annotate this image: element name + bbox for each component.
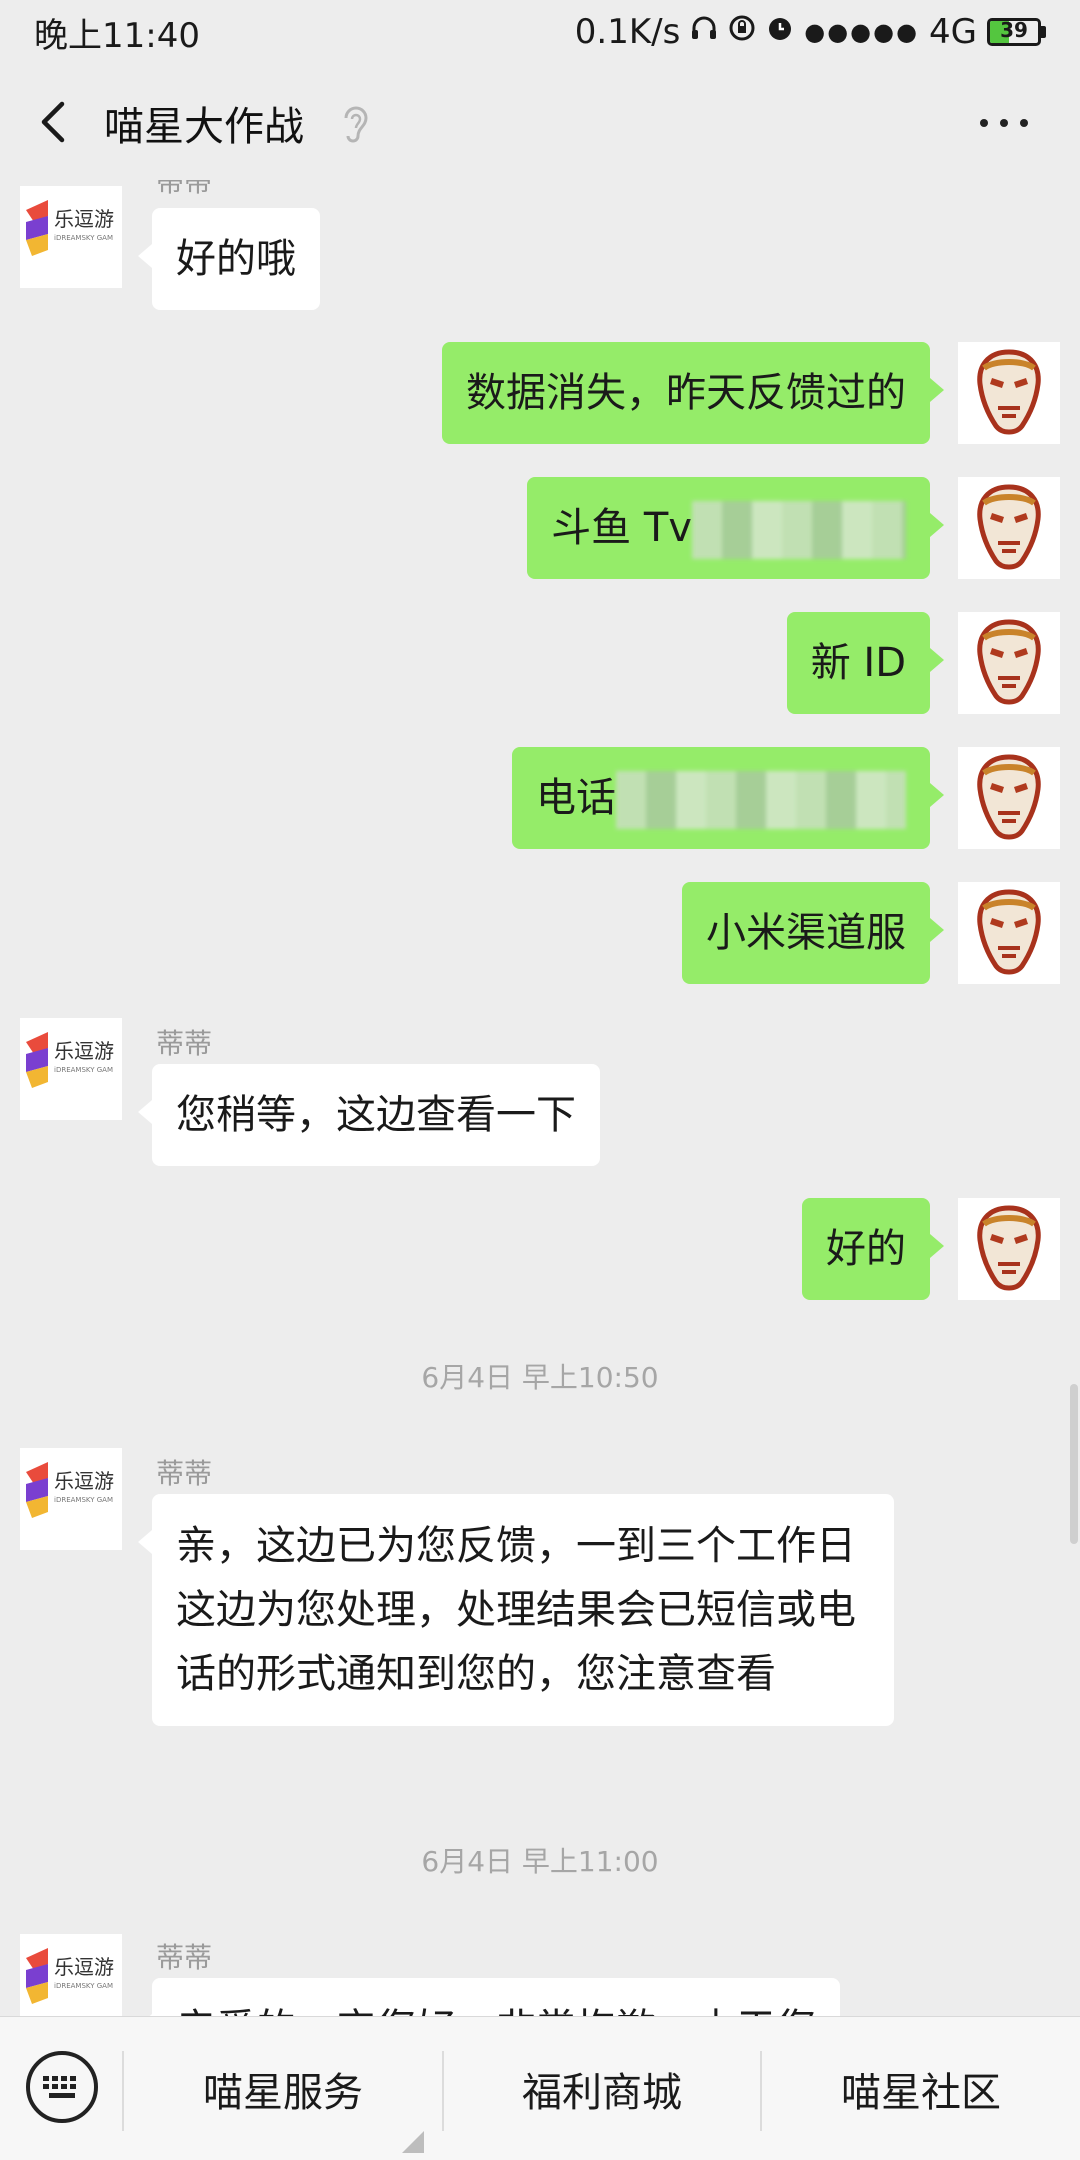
user-avatar[interactable] <box>958 342 1060 444</box>
net-speed: 0.1K/s <box>574 12 681 52</box>
ledou-logo-icon: 乐逗游 iDREAMSKY GAM <box>26 1462 114 1518</box>
message-out-bubble[interactable]: 好的 <box>802 1198 944 1300</box>
svg-text:乐逗游: 乐逗游 <box>54 207 114 231</box>
sender-name: 蒂蒂 <box>156 180 213 198</box>
message-in-bubble[interactable]: 亲爱的，宝您好，非常抱歉，由于您 <box>138 1978 840 2016</box>
message-out-bubble[interactable]: 小米渠道服 <box>682 882 944 984</box>
network-type: 4G <box>929 12 977 52</box>
svg-text:乐逗游: 乐逗游 <box>54 1469 114 1493</box>
ear-icon[interactable] <box>338 102 372 146</box>
menu-item-service[interactable]: 喵星服务 <box>124 2017 442 2160</box>
contact-avatar[interactable]: 乐逗游 iDREAMSKY GAM <box>20 1934 122 2016</box>
iron-man-avatar-icon <box>977 889 1041 975</box>
timestamp: 6月4日 早上11:00 <box>421 1845 659 1878</box>
ledou-logo-icon: 乐逗游 iDREAMSKY GAM <box>26 200 114 256</box>
submenu-indicator <box>402 2131 424 2153</box>
message-in-bubble[interactable]: 好的哦 <box>138 208 320 310</box>
svg-text:乐逗游: 乐逗游 <box>54 1955 114 1979</box>
status-time: 晚上11:40 <box>34 15 200 56</box>
redacted-text <box>616 771 906 829</box>
message-out-bubble[interactable]: 斗鱼 Tv <box>527 477 944 579</box>
more-dot <box>980 119 988 127</box>
alarm-icon <box>766 14 794 50</box>
keyboard-button[interactable] <box>26 2051 98 2123</box>
chat-title: 喵星大作战 <box>104 104 304 150</box>
message-in-bubble[interactable]: 您稍等，这边查看一下 <box>138 1064 600 1166</box>
ledou-logo-icon: 乐逗游 iDREAMSKY GAM <box>26 1948 114 2004</box>
svg-text:乐逗游: 乐逗游 <box>54 1039 114 1063</box>
menu-item-community[interactable]: 喵星社区 <box>762 2017 1080 2160</box>
user-avatar[interactable] <box>958 477 1060 579</box>
back-button[interactable] <box>30 92 90 152</box>
user-avatar[interactable] <box>958 882 1060 984</box>
sender-name: 蒂蒂 <box>156 1941 213 1974</box>
message-text: 电话 <box>536 775 616 821</box>
iron-man-avatar-icon <box>977 484 1041 570</box>
contact-avatar[interactable]: 乐逗游 iDREAMSKY GAM <box>20 1448 122 1550</box>
sender-name: 蒂蒂 <box>156 1457 213 1490</box>
battery-icon: 39 <box>987 18 1046 46</box>
rotation-lock-icon <box>728 14 756 50</box>
redacted-text <box>692 501 906 559</box>
more-dot <box>1020 119 1028 127</box>
message-out-bubble[interactable]: 数据消失，昨天反馈过的 <box>442 342 944 444</box>
iron-man-avatar-icon <box>977 619 1041 705</box>
message-out-bubble[interactable]: 新 ID <box>786 612 945 714</box>
iron-man-avatar-icon <box>977 349 1041 435</box>
headset-icon <box>690 14 718 50</box>
menu-item-mall[interactable]: 福利商城 <box>444 2017 760 2160</box>
status-bar: 晚上11:40 0.1K/s ●●●●● 4G 39 <box>0 0 1080 64</box>
more-dot <box>1000 119 1008 127</box>
timestamp: 6月4日 早上10:50 <box>421 1361 659 1394</box>
chat-area[interactable]: 蒂蒂 乐逗游 iDREAMSKY GAM 好的哦 数据消失，昨天反馈过的 斗鱼 … <box>0 180 1080 2016</box>
svg-text:iDREAMSKY GAM: iDREAMSKY GAM <box>54 1496 113 1504</box>
svg-text:iDREAMSKY GAM: iDREAMSKY GAM <box>54 1982 113 1990</box>
iron-man-avatar-icon <box>977 1205 1041 1291</box>
user-avatar[interactable] <box>958 1198 1060 1300</box>
more-button[interactable] <box>980 108 1040 138</box>
scroll-indicator[interactable] <box>1070 1384 1078 1544</box>
signal-dots: ●●●●● <box>804 18 920 46</box>
ledou-logo-icon: 乐逗游 iDREAMSKY GAM <box>26 1032 114 1088</box>
message-text: 斗鱼 Tv <box>551 505 692 551</box>
message-out-bubble[interactable]: 电话 <box>512 747 944 849</box>
sender-name: 蒂蒂 <box>156 1027 213 1060</box>
battery-level: 39 <box>1000 18 1028 42</box>
user-avatar[interactable] <box>958 612 1060 714</box>
status-icons: 0.1K/s ●●●●● 4G 39 <box>575 12 1046 52</box>
svg-text:iDREAMSKY GAM: iDREAMSKY GAM <box>54 234 113 242</box>
message-in-bubble[interactable]: 亲，这边已为您反馈，一到三个工作日这边为您处理，处理结果会已短信或电话的形式通知… <box>138 1494 894 1726</box>
nav-bar: 喵星大作战 <box>0 64 1080 180</box>
user-avatar[interactable] <box>958 747 1060 849</box>
contact-avatar[interactable]: 乐逗游 iDREAMSKY GAM <box>20 1018 122 1120</box>
chevron-left-icon <box>41 101 65 143</box>
contact-avatar[interactable]: 乐逗游 iDREAMSKY GAM <box>20 186 122 288</box>
iron-man-avatar-icon <box>977 754 1041 840</box>
keyboard-icon <box>43 2076 76 2098</box>
bottom-menu-bar: 喵星服务 福利商城 喵星社区 <box>0 2016 1080 2160</box>
svg-text:iDREAMSKY GAM: iDREAMSKY GAM <box>54 1066 113 1074</box>
